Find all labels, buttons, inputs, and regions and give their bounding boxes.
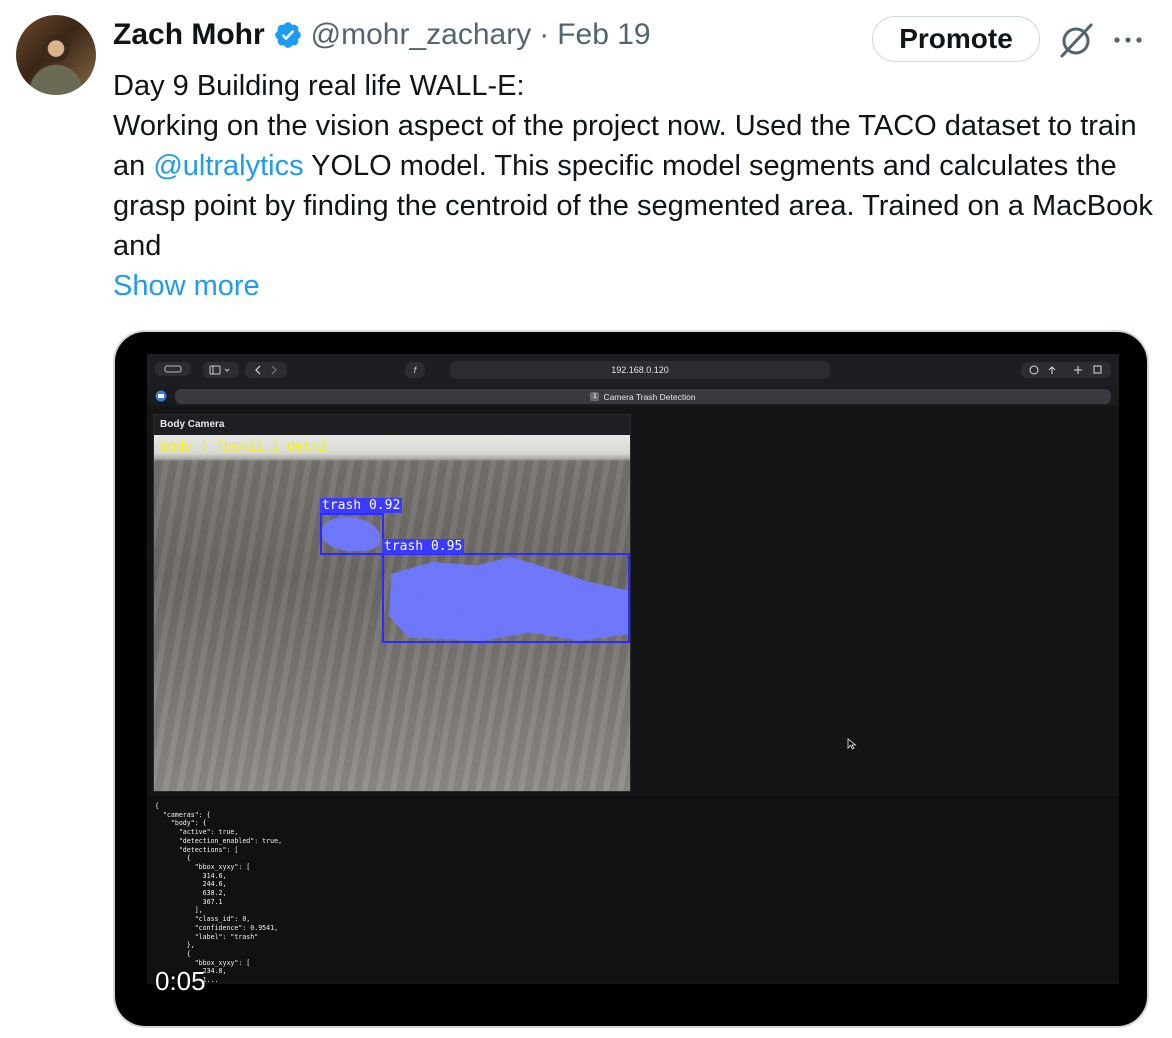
back-forward-icon [245, 362, 287, 378]
more-icon[interactable] [1110, 28, 1146, 52]
detection-box [320, 513, 384, 555]
tab-number: 1 [590, 392, 600, 401]
verified-badge-icon [274, 22, 301, 48]
show-more-link[interactable]: Show more [113, 266, 1153, 306]
browser-toolbar: f 192.168.0.120 [147, 354, 1119, 387]
video-player[interactable]: f 192.168.0.120 1 Camera Trash Detection… [113, 330, 1149, 1028]
tweet-line-1: Day 9 Building real life WALL-E: [113, 70, 525, 102]
detection-label: trash 0.92 [320, 498, 403, 513]
author-name[interactable]: Zach Mohr [113, 18, 265, 52]
tweet-text: Day 9 Building real life WALL-E: Working… [113, 66, 1153, 306]
url-bar: 192.168.0.120 [450, 361, 830, 379]
tweet-date[interactable]: Feb 19 [557, 18, 650, 52]
tab-title: Camera Trash Detection [603, 391, 696, 402]
author-handle[interactable]: @mohr_zachary [311, 18, 532, 52]
panel-title: Body Camera [160, 419, 225, 430]
cursor-icon [847, 738, 857, 750]
promote-button[interactable]: Promote [872, 16, 1040, 62]
window-controls-icon [155, 362, 191, 376]
grok-icon[interactable] [1056, 20, 1096, 60]
body-camera-panel: Body Camera body | fps=11.1 det=2 trash … [153, 414, 631, 792]
avatar[interactable] [16, 15, 96, 95]
json-output: { "cameras": { "body": { "active": true,… [147, 796, 1119, 982]
tab-strip: 1 Camera Trash Detection [147, 386, 1119, 406]
site-favicon-icon [155, 390, 167, 402]
url-text: 192.168.0.120 [611, 365, 669, 375]
video-frame: f 192.168.0.120 1 Camera Trash Detection… [147, 354, 1119, 984]
extension-icon: f [405, 362, 425, 378]
mention-link[interactable]: @ultralytics [153, 150, 303, 182]
detection-box [382, 553, 630, 643]
browser-actions-icon [1021, 362, 1111, 378]
detection-label: trash 0.95 [382, 539, 465, 554]
tweet-body: Working on the vision aspect of the proj… [113, 106, 1153, 266]
separator-dot: · [539, 18, 550, 51]
camera-overlay-text: body | fps=11.1 det=2 [160, 439, 327, 455]
tweet-header: Zach Mohr @mohr_zachary · Feb 19 [113, 14, 651, 56]
camera-feed: body | fps=11.1 det=2 trash 0.92 trash 0… [154, 435, 630, 791]
sidebar-toggle-icon [203, 362, 239, 378]
video-timestamp: 0:05 [155, 966, 206, 996]
browser-tab: 1 Camera Trash Detection [175, 389, 1111, 404]
